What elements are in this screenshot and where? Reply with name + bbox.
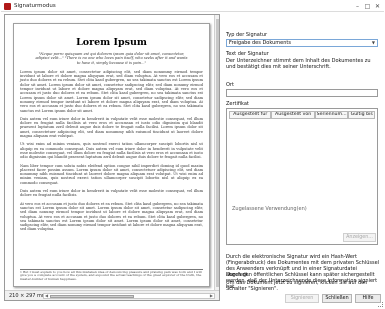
- show-certificate-button[interactable]: Anzeigen...: [343, 233, 376, 242]
- resize-grip-icon[interactable]: [378, 302, 383, 307]
- vertical-scroll-thumb[interactable]: [216, 19, 219, 287]
- window-title: Signaturmodus: [14, 3, 56, 9]
- document-footnote: 1 But I must explain to you how all this…: [20, 268, 203, 282]
- close-dialog-button[interactable]: Schließen: [322, 294, 352, 303]
- document-paragraph: At vero eos et accusam et justo duo dolo…: [20, 201, 203, 232]
- minimize-button[interactable]: –: [353, 2, 362, 11]
- document-paragraph: Nam liber tempor cum soluta nobis eleife…: [20, 163, 203, 185]
- document-title: Lorem Ipsum: [76, 37, 147, 48]
- title-bar: Signaturmodus – □ ✕: [1, 1, 384, 12]
- scroll-left-icon[interactable]: ◀: [45, 293, 48, 298]
- document-paragraph: Ut wisi enim ad minim veniam, quis nostr…: [20, 142, 203, 160]
- app-icon: [4, 3, 11, 10]
- signature-type-label: Typ der Signatur: [226, 32, 268, 38]
- info-instructions: Um das Dokument jetzt zu signieren, klic…: [226, 280, 368, 292]
- document-page: Lorem Ipsum "Neque porro quisquam est qu…: [13, 23, 210, 287]
- column-issued-by[interactable]: Ausgestellt von: [271, 111, 315, 119]
- document-paragraph: Duis autem vel eum iriure dolor in hendr…: [20, 189, 203, 198]
- signature-text-label: Text der Signatur: [226, 51, 269, 57]
- location-input[interactable]: [226, 89, 378, 97]
- intended-usage-label: Zugelassene Verwendung(en): [232, 206, 307, 212]
- scroll-right-icon[interactable]: ▶: [210, 293, 213, 298]
- signature-type-value: Freigabe des Dokuments: [229, 40, 291, 46]
- certificate-label: Zertifikat: [226, 101, 249, 107]
- chevron-down-icon: ▼: [371, 40, 375, 45]
- horizontal-scroll-thumb[interactable]: [50, 295, 134, 298]
- horizontal-scrollbar[interactable]: ◀ ▶: [43, 293, 215, 299]
- column-valid-until[interactable]: Gültig bis: [348, 111, 376, 119]
- document-paragraph: Lorem ipsum dolor sit amet, consectetur …: [20, 69, 203, 113]
- signature-panel: Typ der Signatur Freigabe des Dokuments …: [226, 14, 381, 290]
- status-bar: 210 × 297 mm ◀ ▶: [5, 290, 219, 300]
- maximize-button[interactable]: □: [363, 2, 372, 11]
- document-quote: "Neque porro quisquam est qui dolorem ip…: [35, 52, 188, 65]
- certificate-table[interactable]: Ausgestellt für Ausgestellt von Seriennu…: [226, 108, 378, 245]
- close-button[interactable]: ✕: [373, 2, 382, 11]
- vertical-scrollbar[interactable]: [214, 15, 219, 290]
- document-preview[interactable]: Lorem Ipsum "Neque porro quisquam est qu…: [4, 14, 220, 301]
- location-label: Ort: [226, 82, 234, 88]
- page-size-label: 210 × 297 mm: [9, 293, 47, 299]
- signature-type-select[interactable]: Freigabe des Dokuments ▼: [226, 39, 378, 47]
- signature-text-description: Der Unterzeichner stimmt dem Inhalt des …: [226, 58, 371, 70]
- column-issued-to[interactable]: Ausgestellt für: [229, 111, 272, 119]
- certificate-table-header: Ausgestellt für Ausgestellt von Seriennu…: [229, 111, 376, 119]
- document-paragraph: Duis autem vel eum iriure dolor in hendr…: [20, 116, 203, 139]
- sign-button[interactable]: Signieren: [285, 294, 319, 303]
- column-serial-number[interactable]: Seriennum...: [314, 111, 349, 119]
